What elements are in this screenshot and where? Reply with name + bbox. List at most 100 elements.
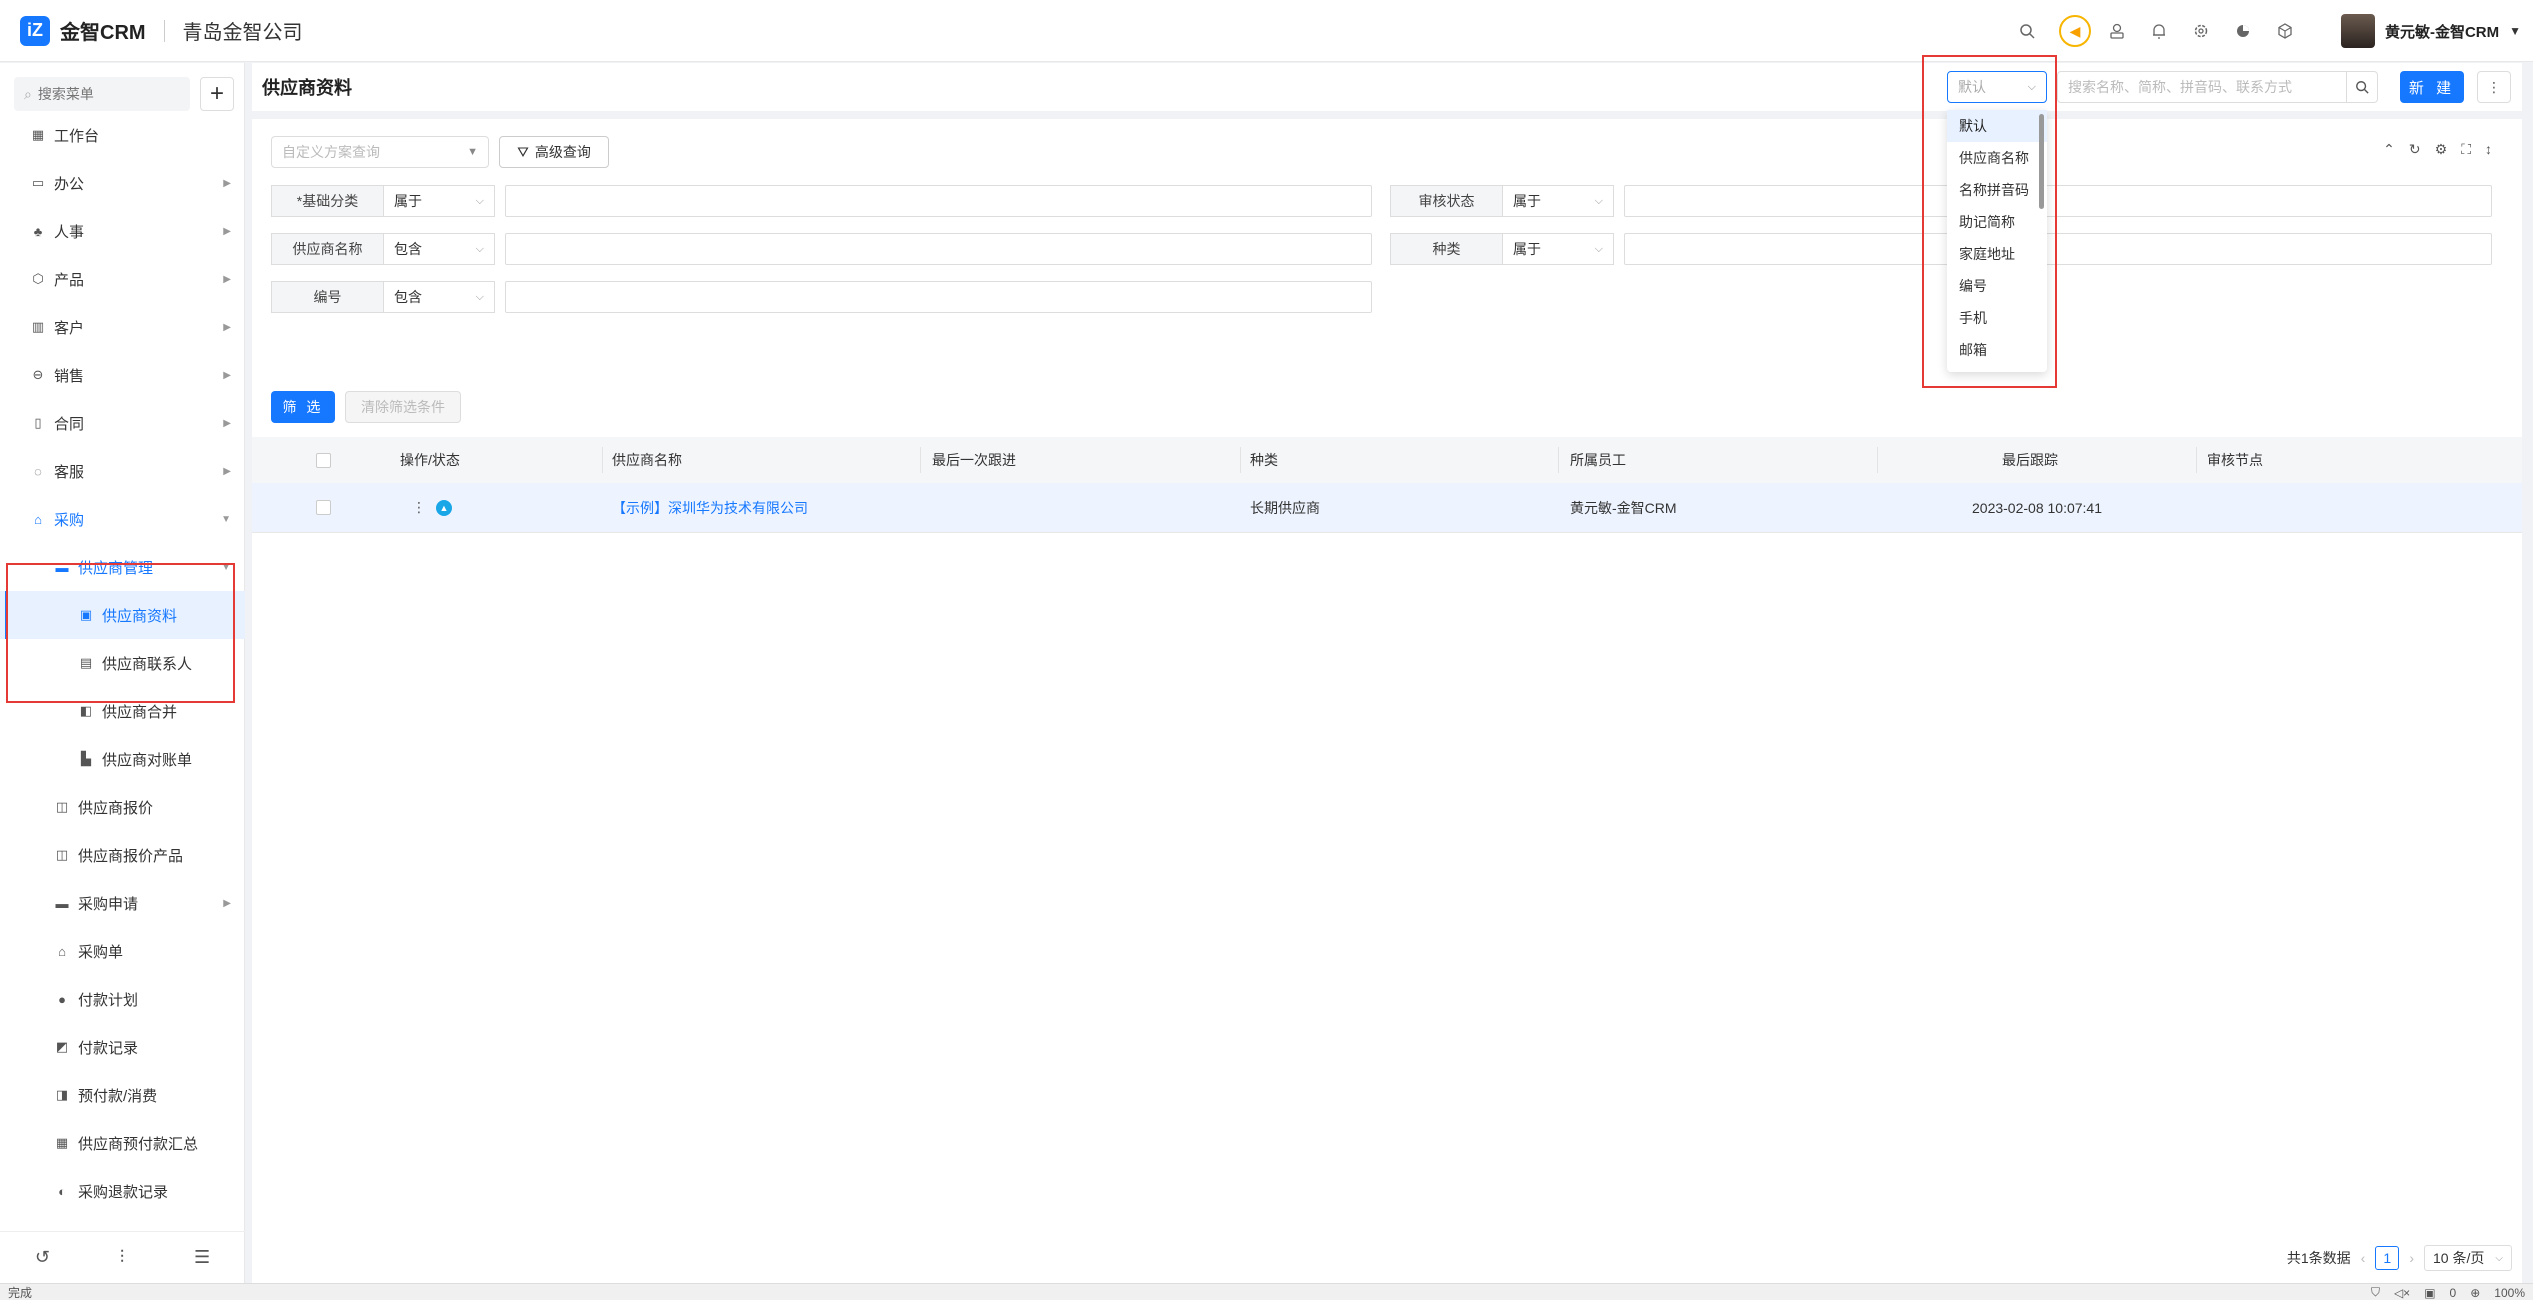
page-size-select[interactable]: 10 条/页 ⌵ (2424, 1245, 2512, 1271)
sidebar-item-sales[interactable]: ⊖ 销售 ▶ (0, 351, 245, 399)
column-header[interactable]: 最后一次跟进 (932, 437, 1016, 483)
filter-operator-select[interactable]: 属于 ⌵ (1502, 185, 1614, 217)
dropdown-option[interactable]: 供应商名称 (1947, 142, 2047, 174)
collapse-icon[interactable]: ⌃ (2383, 141, 2395, 158)
filter-operator-select[interactable]: 属于 ⌵ (383, 185, 495, 217)
page-number[interactable]: 1 (2375, 1246, 2400, 1270)
filter-operator-select[interactable]: 包含 ⌵ (383, 233, 495, 265)
bell-icon[interactable] (2143, 15, 2175, 47)
dropdown-option[interactable]: 家庭地址 (1947, 238, 2047, 270)
sidebar-item-workbench[interactable]: ▦ 工作台 (0, 111, 245, 159)
fullscreen-icon[interactable]: ⛶ (2461, 141, 2471, 158)
filter-value-input[interactable] (1624, 185, 2492, 217)
column-header[interactable]: 种类 (1250, 437, 1278, 483)
lock-icon[interactable]: ▣ (2424, 1286, 2435, 1300)
next-page-icon[interactable]: › (2409, 1250, 2414, 1266)
add-menu-button[interactable]: + (200, 77, 234, 111)
select-all-checkbox[interactable] (316, 437, 331, 483)
contacts-icon[interactable] (2101, 15, 2133, 47)
column-header[interactable]: 供应商名称 (612, 437, 682, 483)
pie-chart-icon[interactable] (2227, 15, 2259, 47)
folder-icon: ▬ (55, 559, 69, 575)
sidebar-item-prepayment-summary[interactable]: ▦ 供应商预付款汇总 (0, 1119, 245, 1167)
sidebar-item-prepayment[interactable]: ◨ 预付款/消费 (0, 1071, 245, 1119)
menu-search-input[interactable] (37, 86, 178, 102)
kebab-menu-icon[interactable]: ⋮ (412, 499, 426, 516)
sidebar-item-supplier-quote[interactable]: ◫ 供应商报价 (0, 783, 245, 831)
new-button[interactable]: 新 建 (2400, 71, 2464, 103)
dropdown-option[interactable]: 默认 (1947, 110, 2047, 142)
column-header[interactable]: 审核节点 (2207, 437, 2263, 483)
dropdown-scrollbar[interactable] (2039, 114, 2044, 209)
dropdown-option[interactable]: 编号 (1947, 270, 2047, 302)
avatar[interactable] (2340, 14, 2375, 48)
shield-icon[interactable]: ⛉ (2371, 1285, 2380, 1300)
collapse-menu-icon[interactable]: ☰ (194, 1247, 210, 1268)
dropdown-option[interactable]: 助记简称 (1947, 206, 2047, 238)
sidebar-item-hr[interactable]: ♣ 人事 ▶ (0, 207, 245, 255)
mute-icon[interactable]: ◁× (2394, 1286, 2410, 1300)
sidebar-item-product[interactable]: ⬡ 产品 ▶ (0, 255, 245, 303)
search-box[interactable] (2057, 71, 2347, 103)
sidebar-item-supplier-merge[interactable]: ◧ 供应商合并 (0, 687, 245, 735)
row-checkbox[interactable] (316, 483, 331, 532)
history-icon[interactable]: ↺ (35, 1247, 50, 1268)
zoom-icon[interactable]: ⊕ (2470, 1286, 2480, 1300)
row-actions[interactable]: ⋮ ▲ (412, 483, 452, 532)
search-input[interactable] (2068, 79, 2328, 95)
sidebar-item-payment-record[interactable]: ◩ 付款记录 (0, 1023, 245, 1071)
cube-icon[interactable] (2269, 15, 2301, 47)
sidebar-item-purchase-refund[interactable]: ◐ 采购退款记录 (0, 1167, 245, 1215)
sidebar-item-supplier-statement[interactable]: ▙ 供应商对账单 (0, 735, 245, 783)
sidebar-item-payment-plan[interactable]: ● 付款计划 (0, 975, 245, 1023)
sidebar-item-customer[interactable]: ▥ 客户 ▶ (0, 303, 245, 351)
sidebar-item-service[interactable]: ◌ 客服 ▶ (0, 447, 245, 495)
advanced-query-button[interactable]: ⛛ 高级查询 (499, 136, 609, 168)
sidebar-item-contract[interactable]: ▯ 合同 ▶ (0, 399, 245, 447)
status-icon: ▲ (436, 499, 452, 516)
sidebar-item-supplier-quote-product[interactable]: ◫ 供应商报价产品 (0, 831, 245, 879)
promo-icon[interactable]: ◀ (2058, 15, 2091, 47)
search-field-select[interactable]: 默认 ⌵ (1947, 71, 2047, 103)
prev-page-icon[interactable]: ‹ (2361, 1250, 2366, 1266)
sidebar-item-supplier-contacts[interactable]: ▤ 供应商联系人 (0, 639, 245, 687)
blocked-count[interactable]: 0 (2450, 1286, 2457, 1300)
search-button[interactable] (2346, 71, 2378, 103)
settings-sliders-icon[interactable]: ⫶ (120, 1247, 125, 1268)
sidebar-item-purchase-request[interactable]: ▬ 采购申请 ▶ (0, 879, 245, 927)
supplier-name-link[interactable]: 【示例】深圳华为技术有限公司 (612, 483, 808, 532)
sidebar-item-purchase[interactable]: ⌂ 采购 ▼ (0, 495, 245, 543)
sidebar-item-purchase-order[interactable]: ⌂ 采购单 (0, 927, 245, 975)
clear-filter-button[interactable]: 清除筛选条件 (345, 391, 461, 423)
dropdown-option[interactable]: 手机 (1947, 302, 2047, 334)
gear-icon[interactable] (2185, 15, 2217, 47)
filter-operator-select[interactable]: 包含 ⌵ (383, 281, 495, 313)
table-row[interactable]: ⋮ ▲ 【示例】深圳华为技术有限公司 长期供应商 黄元敏-金智CRM 2023-… (252, 483, 2522, 533)
filter-value-input[interactable] (505, 233, 1372, 265)
chevron-down-icon[interactable]: ▼ (2509, 24, 2521, 38)
user-name[interactable]: 黄元敏-金智CRM (2385, 21, 2499, 42)
sidebar-item-supplier-management[interactable]: ▬ 供应商管理 ▼ (0, 543, 245, 591)
column-header[interactable]: 最后跟踪 (2002, 437, 2058, 483)
dropdown-option[interactable]: 邮箱 (1947, 334, 2047, 366)
store-icon: ⌂ (58, 943, 66, 959)
search-icon[interactable] (2011, 15, 2043, 47)
column-height-icon[interactable]: ↕ (2485, 141, 2492, 158)
people-icon: ♣ (33, 223, 43, 239)
menu-search[interactable]: ⌕ (14, 77, 190, 111)
company-name[interactable]: 青岛金智公司 (183, 16, 303, 45)
filter-button[interactable]: 筛 选 (271, 391, 335, 423)
dropdown-option[interactable]: 名称拼音码 (1947, 174, 2047, 206)
column-header[interactable]: 所属员工 (1570, 437, 1626, 483)
more-options-button[interactable]: ⋮ (2477, 71, 2511, 103)
filter-operator-select[interactable]: 属于 ⌵ (1502, 233, 1614, 265)
scheme-select[interactable]: 自定义方案查询 ▼ (271, 136, 489, 168)
sidebar-item-office[interactable]: ▭ 办公 ▶ (0, 159, 245, 207)
settings-icon[interactable]: ⚙ (2435, 141, 2448, 158)
filter-value-input[interactable] (1624, 233, 2492, 265)
sidebar-item-supplier-profile[interactable]: ▣ 供应商资料 (0, 591, 245, 639)
refresh-icon[interactable]: ↻ (2409, 141, 2421, 158)
filter-value-input[interactable] (505, 281, 1372, 313)
filter-value-input[interactable] (505, 185, 1372, 217)
zoom-level[interactable]: 100% (2494, 1286, 2525, 1300)
